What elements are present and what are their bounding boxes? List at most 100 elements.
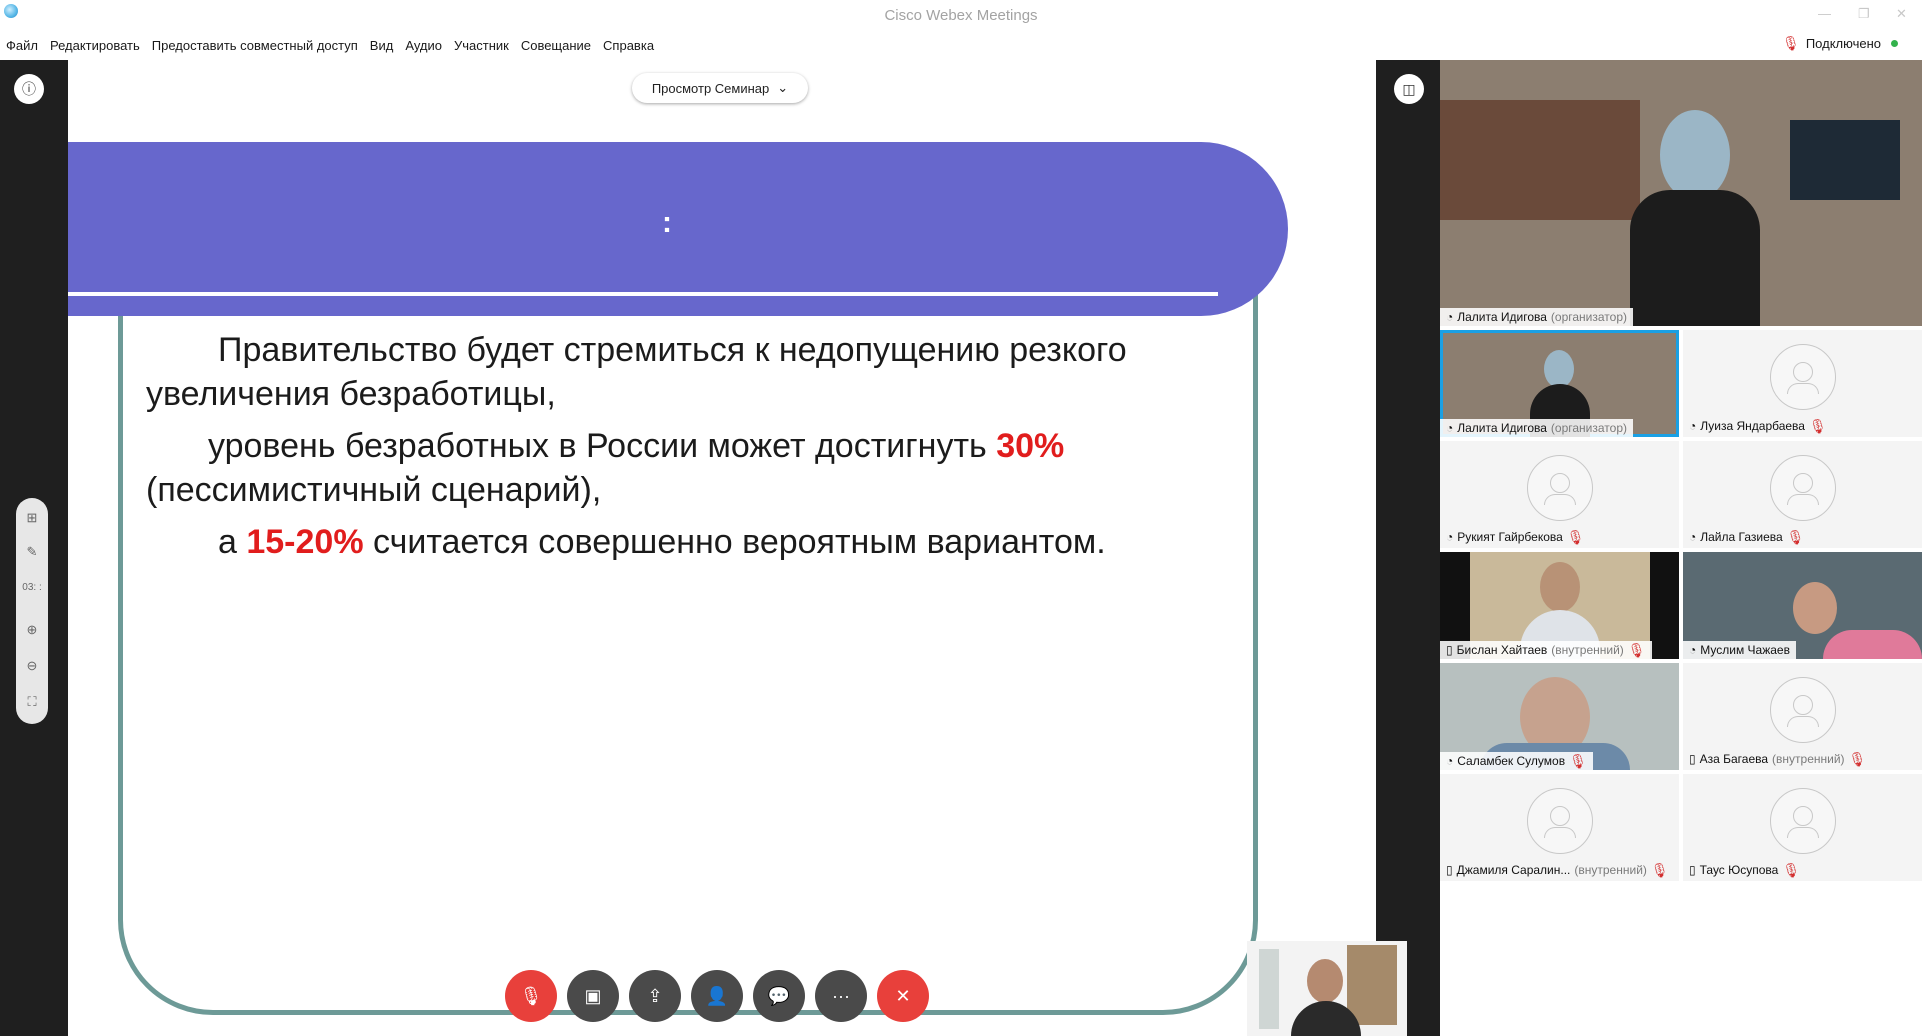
video-button[interactable]: ▣ bbox=[567, 970, 619, 1022]
participant-tile[interactable]: ◔ Лалита Идигова (организатор) bbox=[1440, 330, 1679, 437]
menu-share[interactable]: Предоставить совместный доступ bbox=[146, 38, 364, 53]
slide-line-2: уровень безработных в России может дости… bbox=[146, 427, 1065, 509]
participant-tile[interactable]: ▯ Джамиля Саралин... (внутренний) 🎙 bbox=[1440, 774, 1679, 881]
share-button[interactable]: ⇪ bbox=[629, 970, 681, 1022]
tile-label: ▯ Бислан Хайтаев (внутренний) 🎙 bbox=[1440, 641, 1652, 659]
participant-tile[interactable]: ◔ Саламбек Сулумов 🎙 bbox=[1440, 663, 1679, 770]
menu-help[interactable]: Справка bbox=[597, 38, 660, 53]
connection-label: Подключено bbox=[1805, 36, 1881, 51]
participant-tile[interactable]: ◔ Муслим Чажаев bbox=[1683, 552, 1922, 659]
avatar bbox=[1527, 455, 1593, 521]
maximize-icon[interactable]: ❐ bbox=[1858, 6, 1870, 22]
muted-mic-icon: 🎙 bbox=[1782, 861, 1801, 878]
pen-icon[interactable]: ✎ bbox=[16, 544, 48, 560]
muted-mic-icon: 🎙 bbox=[1650, 861, 1669, 878]
avatar bbox=[1770, 677, 1836, 743]
audio-icon: ◔ bbox=[1689, 530, 1697, 544]
audio-icon: ◔ bbox=[1689, 419, 1697, 433]
avatar bbox=[1770, 344, 1836, 410]
leave-button[interactable]: ✕ bbox=[877, 970, 929, 1022]
menu-participant[interactable]: Участник bbox=[448, 38, 515, 53]
muted-mic-icon: 🎙 bbox=[1569, 752, 1587, 769]
phone-icon: ▯ bbox=[1446, 643, 1453, 657]
menu-file[interactable]: Файл bbox=[0, 38, 44, 53]
view-dropdown-label: Просмотр Семинар bbox=[651, 80, 770, 96]
title-bar: Cisco Webex Meetings — ❐ ✕ bbox=[0, 0, 1922, 30]
tile-label: ▯ Таус Юсупова 🎙 bbox=[1689, 861, 1801, 878]
menu-view[interactable]: Вид bbox=[364, 38, 400, 53]
slide-line-3: а 15-20% считается совершенно вероятным … bbox=[218, 523, 1106, 561]
muted-mic-icon: 🎙 bbox=[1782, 35, 1800, 51]
share-icon: ⇪ bbox=[647, 985, 663, 1006]
minimize-icon[interactable]: — bbox=[1818, 6, 1831, 21]
slide-line-1: Правительство будет стремиться к недопущ… bbox=[146, 331, 1127, 413]
webex-logo-icon bbox=[4, 4, 18, 18]
info-icon[interactable]: ⓘ bbox=[14, 74, 44, 104]
tile-label: ◔ Рукият Гайрбекова 🎙 bbox=[1446, 528, 1585, 545]
meeting-controls: 🎙 ▣ ⇪ 👤 💬 ··· ✕ bbox=[505, 970, 929, 1022]
fit-screen-icon[interactable]: ⛶ bbox=[16, 694, 48, 710]
participant-tile[interactable]: ▯ Аза Багаева (внутренний) 🎙 bbox=[1683, 663, 1922, 770]
view-dropdown[interactable]: Просмотр Семинар ⌄ bbox=[632, 73, 808, 103]
left-rail: ⓘ ⊞ ✎ 03: : ⊕ ⊖ ⛶ bbox=[0, 60, 68, 1036]
tile-label: ◔ Лалита Идигова (организатор) bbox=[1440, 308, 1633, 326]
chat-icon: 💬 bbox=[767, 985, 791, 1006]
audio-icon: ◔ bbox=[1689, 643, 1697, 657]
connection-status[interactable]: 🎙 Подключено bbox=[1782, 35, 1898, 52]
menu-bar: Файл Редактировать Предоставить совместн… bbox=[0, 32, 1922, 58]
shared-slide: : Просмотр Семинар ⌄ Правительство будет… bbox=[68, 60, 1376, 1036]
muted-mic-icon: 🎙 bbox=[1786, 528, 1805, 545]
menu-audio[interactable]: Аудио bbox=[399, 38, 448, 53]
audio-icon: ◔ bbox=[1446, 530, 1454, 544]
participant-tile[interactable]: ▯ Бислан Хайтаев (внутренний) 🎙 bbox=[1440, 552, 1679, 659]
menu-meeting[interactable]: Совещание bbox=[515, 38, 597, 53]
mute-button[interactable]: 🎙 bbox=[505, 970, 557, 1022]
participants-icon: 👤 bbox=[705, 985, 729, 1006]
panel-toggle-icon[interactable]: ◫ bbox=[1394, 74, 1424, 104]
banner-text: : bbox=[662, 206, 672, 239]
window-title: Cisco Webex Meetings bbox=[884, 6, 1038, 24]
participant-tile[interactable]: ◔ Рукият Гайрбекова 🎙 bbox=[1440, 441, 1679, 548]
audio-icon: ◔ bbox=[1446, 421, 1454, 435]
tile-label: ◔ Луиза Яндарбаева 🎙 bbox=[1689, 417, 1827, 434]
participant-tile[interactable]: ◔ Лайла Газиева 🎙 bbox=[1683, 441, 1922, 548]
participants-button[interactable]: 👤 bbox=[691, 970, 743, 1022]
right-rail: ◫ bbox=[1376, 60, 1440, 1036]
zoom-out-icon[interactable]: ⊖ bbox=[16, 658, 48, 674]
chat-button[interactable]: 💬 bbox=[753, 970, 805, 1022]
more-button[interactable]: ··· bbox=[815, 970, 867, 1022]
tile-label: ◔ Муслим Чажаев bbox=[1683, 641, 1796, 659]
audio-icon: ◔ bbox=[1446, 754, 1454, 768]
self-view-video[interactable] bbox=[1247, 941, 1407, 1036]
self-face bbox=[1307, 959, 1343, 1003]
participant-tile[interactable]: ◔ Луиза Яндарбаева 🎙 bbox=[1683, 330, 1922, 437]
phone-icon: ▯ bbox=[1689, 752, 1696, 766]
muted-mic-icon: 🎙 bbox=[1848, 750, 1867, 767]
timer-value: 03: : bbox=[22, 582, 42, 593]
slide-banner: : bbox=[68, 142, 1288, 316]
phone-icon: ▯ bbox=[1446, 863, 1453, 877]
participants-panel: ◔ Лалита Идигова (организатор) ◔ Лалита Иди… bbox=[1440, 60, 1922, 1036]
menu-edit[interactable]: Редактировать bbox=[44, 38, 146, 53]
muted-mic-icon: 🎙 bbox=[1627, 641, 1646, 658]
participant-tile[interactable]: ▯ Таус Юсупова 🎙 bbox=[1683, 774, 1922, 881]
banner-underline bbox=[68, 292, 1218, 296]
highlight-30: 30% bbox=[996, 427, 1065, 465]
connected-indicator-icon bbox=[1891, 40, 1898, 47]
avatar bbox=[1770, 455, 1836, 521]
tile-label: ◔ Лалита Идигова (организатор) bbox=[1440, 419, 1633, 437]
zoom-in-icon[interactable]: ⊕ bbox=[16, 622, 48, 638]
close-window-icon[interactable]: ✕ bbox=[1896, 6, 1907, 22]
slide-body: Правительство будет стремиться к недопущ… bbox=[146, 328, 1246, 572]
phone-icon: ▯ bbox=[1689, 863, 1696, 877]
close-icon: ✕ bbox=[895, 985, 911, 1006]
more-icon: ··· bbox=[832, 985, 850, 1006]
tile-label: ▯ Джамиля Саралин... (внутренний) 🎙 bbox=[1446, 861, 1669, 878]
annotation-toolbar: ⊞ ✎ 03: : ⊕ ⊖ ⛶ bbox=[16, 498, 48, 724]
tile-label: ◔ Саламбек Сулумов 🎙 bbox=[1440, 752, 1593, 770]
grid-icon[interactable]: ⊞ bbox=[16, 510, 48, 526]
video-off-icon: ▣ bbox=[584, 985, 602, 1006]
chevron-down-icon: ⌄ bbox=[777, 80, 789, 95]
audio-icon: ◔ bbox=[1446, 310, 1454, 324]
active-speaker-video[interactable]: ◔ Лалита Идигова (организатор) bbox=[1440, 60, 1922, 326]
